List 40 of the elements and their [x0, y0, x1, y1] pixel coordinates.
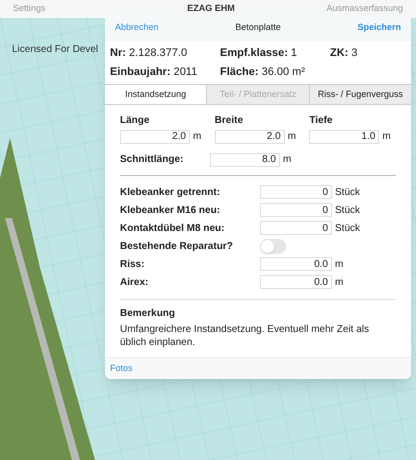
input-field[interactable]: 0.0 — [260, 275, 332, 289]
tab[interactable]: Riss- / Fugenverguss — [308, 85, 411, 104]
input-field[interactable]: 0 — [260, 185, 332, 199]
field-label: Breite — [214, 114, 244, 128]
input-field[interactable]: 0 — [260, 221, 332, 235]
field-label: Klebeanker getrennt: — [120, 186, 222, 200]
field-label: Kontaktdübel M8 neu: — [120, 222, 226, 236]
input-field[interactable]: 0.0 — [260, 257, 332, 271]
info-text: Einbaujahr: 2011 — [110, 64, 198, 80]
field-label: Airex: — [120, 276, 150, 290]
input-field[interactable]: 1.0 — [309, 130, 380, 144]
field-label: Tiefe — [309, 114, 334, 128]
unit-text: Stück — [335, 204, 360, 218]
info-text: Nr: 2.128.377.0 — [110, 46, 188, 61]
input-field[interactable]: 0 — [260, 203, 332, 217]
field-label: Riss: — [120, 258, 146, 272]
unit-text: Stück — [335, 186, 360, 200]
remark-label: Bemerkung — [120, 307, 176, 321]
unit-text: m — [193, 130, 202, 144]
field-label: Klebeanker M16 neu: — [120, 204, 222, 218]
input-field[interactable]: 8.0 — [210, 152, 280, 166]
unit-text: m — [335, 276, 344, 290]
field-label: Schnittlänge: — [120, 153, 184, 167]
field-label: Länge — [120, 114, 150, 128]
unit-text: m — [288, 130, 296, 144]
unit-text: m — [382, 130, 391, 144]
remark-text: Umfangreichere Instandsetzung. Eventuell mehr Zeit als üblich einplanen. — [120, 323, 370, 350]
dialog-title: Betonplatte — [235, 21, 281, 34]
info-text: ZK: 3 — [330, 46, 359, 61]
unit-text: m — [335, 258, 344, 272]
info-text: Empf.klasse: 1 — [220, 46, 298, 61]
map-license-text: Licensed For Devel — [12, 43, 98, 57]
unit-text: m — [283, 153, 292, 167]
info-text: Fläche: 36.00 m² — [220, 64, 306, 80]
input-field[interactable]: 2.0 — [214, 130, 285, 144]
unit-text: Stück — [335, 222, 360, 236]
field-label: Bestehende Reparatur? — [120, 240, 234, 254]
input-field[interactable]: 2.0 — [120, 130, 190, 144]
toggle-switch[interactable] — [260, 238, 286, 254]
app-title: EZAG EHM — [187, 2, 235, 16]
